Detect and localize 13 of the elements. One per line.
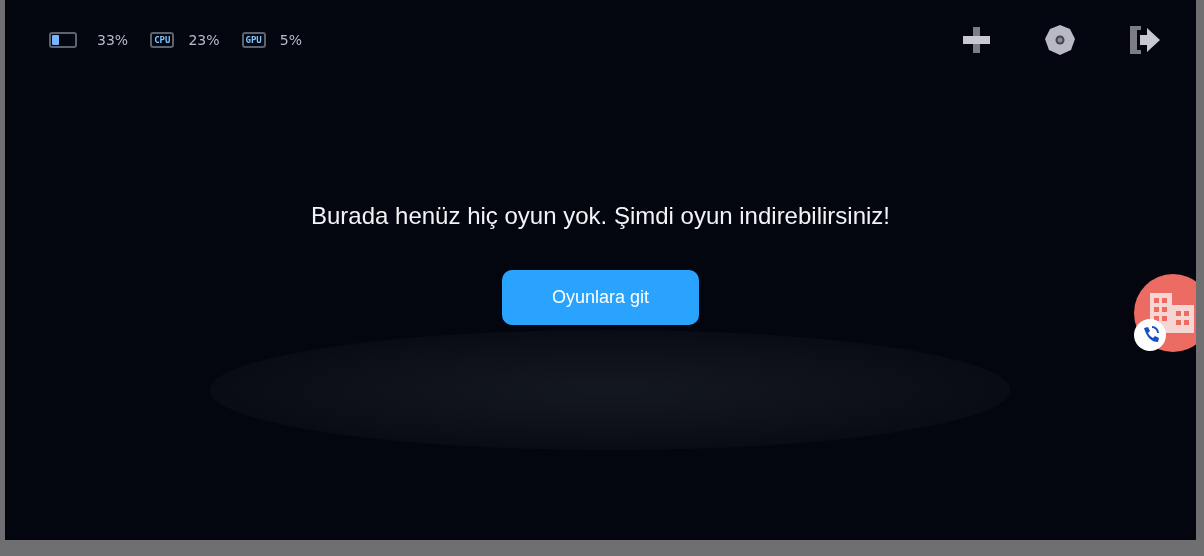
empty-message: Burada henüz hiç oyun yok. Şimdi oyun indirebilirsiniz! [311,202,890,230]
phone-icon [1133,318,1167,352]
battery-reading: 33% [97,32,129,48]
gpu-label: GPU [241,32,266,48]
battery-icon [49,32,77,48]
settings-icon[interactable] [1044,24,1076,56]
add-icon[interactable] [962,26,990,54]
go-to-games-button[interactable]: Oyunlara git [502,270,699,325]
gpu-reading: 5% [279,32,302,48]
exit-icon[interactable] [1130,26,1160,54]
cpu-reading: 23% [188,32,220,48]
cpu-label: CPU [150,32,175,48]
building-icon [1150,293,1194,333]
